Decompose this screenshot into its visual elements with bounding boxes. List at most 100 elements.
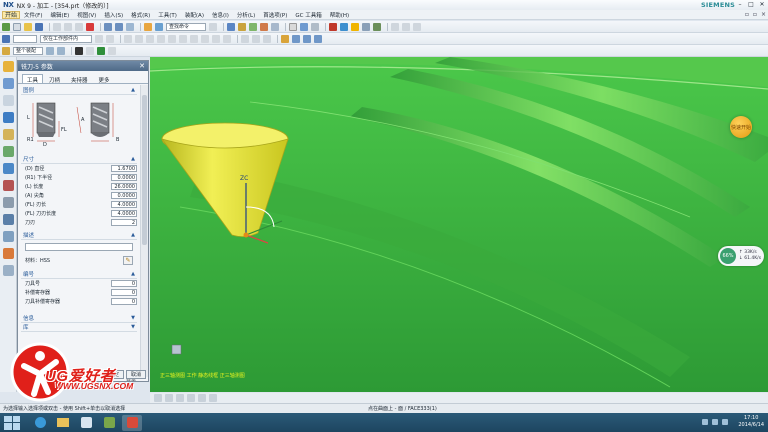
history-icon[interactable] (3, 180, 14, 191)
assembly-navigator-icon[interactable] (3, 78, 14, 89)
tray-clock[interactable]: 17:10 2014/6/14 (738, 415, 764, 429)
view-orient-icon[interactable] (300, 22, 308, 31)
existing-point-icon[interactable] (201, 34, 209, 43)
shop-doc-icon[interactable] (373, 22, 381, 31)
open-file-icon[interactable] (24, 22, 32, 31)
zoom-icon[interactable] (292, 34, 300, 43)
dimensions-section-header[interactable]: 尺寸 ▲ (21, 154, 137, 164)
create-program-icon[interactable] (227, 22, 235, 31)
shaded-edges-icon[interactable] (75, 46, 83, 55)
menu-edit[interactable]: 编辑(E) (46, 11, 73, 19)
redo-icon[interactable] (115, 22, 123, 31)
menu-insert[interactable]: 插入(S) (100, 11, 127, 19)
minimize-button[interactable]: – (736, 1, 744, 8)
cutting-length-input[interactable]: 4.0000 (111, 210, 137, 217)
arc-center-icon[interactable] (179, 34, 187, 43)
tip-angle-input[interactable]: 0.0000 (111, 192, 137, 199)
roles-icon[interactable] (3, 248, 14, 259)
start-icon[interactable] (2, 22, 10, 31)
graphics-window[interactable]: ZC 快速开始 66% ↑ 33K/s ↓ 61.4K/s 正三轴测图 工作 静… (150, 57, 768, 392)
selection-scope-combo[interactable]: 整个装配 (13, 46, 43, 55)
quick-start-badge[interactable]: 快速开始 (730, 116, 752, 138)
tab-holder-shank[interactable]: 刀柄 (44, 74, 65, 84)
touch-mode-icon[interactable] (155, 22, 163, 31)
create-method-icon[interactable] (260, 22, 268, 31)
windows-start-button[interactable] (4, 415, 20, 430)
taskbar-explorer[interactable] (53, 415, 73, 431)
navigator-icon[interactable] (3, 61, 14, 72)
adjust-register-input[interactable]: 0 (111, 289, 137, 296)
material-select-button[interactable]: ✎ (123, 255, 133, 265)
type-filter-combo[interactable] (13, 34, 37, 43)
hidden-edges-icon[interactable] (108, 46, 116, 55)
point-on-curve-icon[interactable] (212, 34, 220, 43)
analysis-icon[interactable] (402, 22, 410, 31)
description-section-header[interactable]: 描述 ▲ (21, 230, 137, 240)
process-studio-icon[interactable] (3, 214, 14, 225)
menu-view[interactable]: 视图(V) (73, 11, 100, 19)
dialog-scrollbar[interactable] (140, 85, 148, 377)
system-scene-icon[interactable] (3, 265, 14, 276)
create-geometry-icon[interactable] (249, 22, 257, 31)
reuse-library-icon[interactable] (3, 129, 14, 140)
flutes-input[interactable]: 2 (111, 219, 137, 226)
flute-length-input[interactable]: 4.0000 (111, 201, 137, 208)
close-doc-icon[interactable]: × (761, 11, 766, 18)
cut-icon[interactable] (53, 22, 61, 31)
maximize-button[interactable]: □ (747, 1, 755, 8)
web-browser-icon[interactable] (3, 163, 14, 174)
snap-point-icon[interactable] (124, 34, 132, 43)
minimize-doc-icon[interactable]: ▫ (745, 11, 749, 18)
description-input[interactable] (25, 243, 133, 251)
verify-path-icon[interactable] (351, 22, 359, 31)
image-section-header[interactable]: 图例 ▲ (21, 85, 137, 95)
dialog-close-icon[interactable]: ✕ (139, 62, 145, 70)
taskbar-app[interactable] (99, 415, 119, 431)
tab-tool[interactable]: 工具 (22, 74, 44, 84)
menu-info[interactable]: 信息(I) (208, 11, 233, 19)
paste-icon[interactable] (75, 22, 83, 31)
deselect-icon[interactable] (106, 34, 114, 43)
filter-icon[interactable] (57, 46, 65, 55)
tab-holder[interactable]: 夹持器 (66, 74, 93, 84)
cutcom-register-input[interactable]: 0 (111, 298, 137, 305)
scrollbar-thumb[interactable] (142, 95, 147, 245)
select-icon[interactable] (95, 34, 103, 43)
menu-tools[interactable]: 工具(T) (154, 11, 181, 19)
menu-analysis[interactable]: 分析(L) (233, 11, 259, 19)
new-file-icon[interactable] (13, 22, 21, 31)
part-navigator-icon[interactable] (3, 112, 14, 123)
tray-volume-icon[interactable] (712, 419, 718, 425)
point-on-face-icon[interactable] (223, 34, 231, 43)
scope-filter-combo[interactable]: 仅在工作部件内 (40, 34, 92, 43)
taskbar-ie[interactable] (30, 415, 50, 431)
view-orient-icon[interactable] (198, 394, 206, 402)
quick-pick-icon[interactable] (2, 46, 10, 55)
hd3d-tools-icon[interactable] (3, 146, 14, 157)
control-point-icon[interactable] (157, 34, 165, 43)
tray-flag-icon[interactable] (722, 419, 728, 425)
window-icon[interactable] (144, 22, 152, 31)
tray-network-icon[interactable] (702, 419, 708, 425)
repeat-command-icon[interactable] (126, 22, 134, 31)
measure-icon[interactable] (391, 22, 399, 31)
view-zoom-icon[interactable] (165, 394, 173, 402)
view-pan-icon[interactable] (187, 394, 195, 402)
orient-wcs-icon[interactable] (252, 34, 260, 43)
restore-doc-icon[interactable]: ▫ (753, 11, 757, 18)
tab-more[interactable]: 更多 (94, 74, 115, 84)
intersection-icon[interactable] (168, 34, 176, 43)
display-wcs-icon[interactable] (263, 34, 271, 43)
save-icon[interactable] (35, 22, 43, 31)
generate-path-icon[interactable] (329, 22, 337, 31)
fit-icon[interactable] (281, 34, 289, 43)
taskbar-nx[interactable] (122, 414, 142, 431)
wireframe-icon[interactable] (86, 46, 94, 55)
menu-gc-toolkit[interactable]: GC 工具箱 (291, 11, 325, 19)
numbering-section-header[interactable]: 编号 ▲ (21, 269, 137, 279)
postprocess-icon[interactable] (362, 22, 370, 31)
length-input[interactable]: 26.0000 (111, 183, 137, 190)
start-menu-button[interactable]: 开始 (2, 10, 21, 19)
menu-file[interactable]: 文件(F) (20, 11, 46, 19)
display-mode-icon[interactable] (289, 22, 297, 31)
